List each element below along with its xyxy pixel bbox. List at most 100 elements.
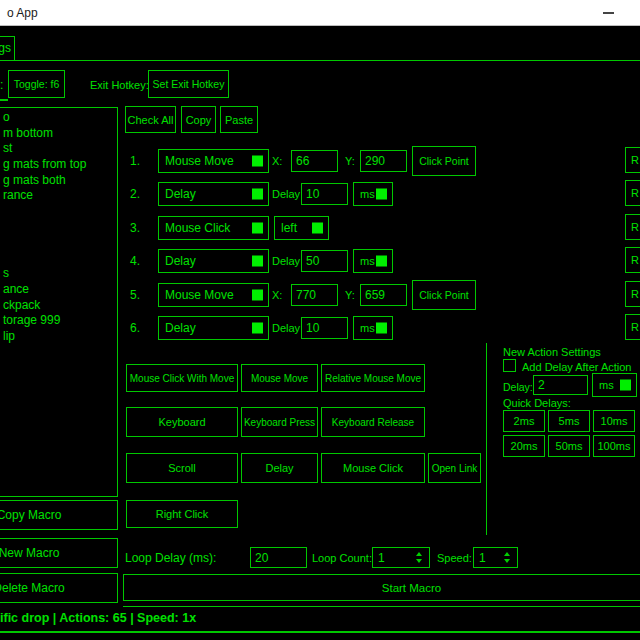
check-all-button[interactable]: Check All — [125, 106, 176, 133]
quick-delay-50ms-button[interactable]: 50ms — [548, 435, 590, 457]
remove-button[interactable]: R — [625, 314, 640, 340]
quick-delay-2ms-button[interactable]: 2ms — [503, 410, 545, 432]
list-item[interactable]: g mats both — [1, 173, 117, 189]
start-macro-label: Start Macro — [382, 582, 441, 594]
x-input[interactable]: 66 — [291, 150, 338, 172]
remove-button[interactable]: R — [625, 180, 640, 206]
quick-delay-20ms-button[interactable]: 20ms — [503, 435, 545, 457]
right-click-button[interactable]: Right Click — [126, 500, 238, 528]
delay-button[interactable]: Delay — [241, 453, 318, 483]
click-point-button[interactable]: Click Point — [412, 146, 476, 176]
delay-input[interactable]: 10 — [301, 317, 348, 339]
action-type-select[interactable]: Mouse Click — [158, 216, 269, 240]
mouse-move-button[interactable]: Mouse Move — [241, 364, 318, 392]
stepper-up-icon[interactable] — [504, 552, 510, 556]
unit-select[interactable]: ms — [353, 182, 393, 206]
list-item[interactable]: g mats from top — [1, 157, 117, 173]
unit-value: ms — [360, 322, 375, 334]
mouse-click-button[interactable]: Mouse Click — [321, 453, 425, 483]
keyboard-release-label: Keyboard Release — [332, 417, 414, 428]
row-number: 3. — [130, 221, 140, 235]
keyboard-press-label: Keyboard Press — [244, 417, 315, 428]
loop-delay-input[interactable]: 20 — [250, 547, 307, 568]
new-macro-button[interactable]: New Macro — [0, 538, 118, 568]
action-type-value: Delay — [165, 254, 196, 268]
keyboard-press-button[interactable]: Keyboard Press — [241, 407, 318, 437]
remove-button[interactable]: R — [625, 214, 640, 240]
paste-button[interactable]: Paste — [220, 106, 258, 133]
loop-count-stepper[interactable]: 1 — [372, 547, 430, 568]
quick-delay-5ms-button[interactable]: 5ms — [548, 410, 590, 432]
remove-button[interactable]: R — [625, 147, 640, 173]
list-item[interactable]: s — [1, 266, 117, 282]
toggle-hotkey-button[interactable]: Toggle: f6 — [8, 70, 65, 98]
delay-input[interactable]: 50 — [301, 250, 348, 272]
speed-value: 1 — [479, 551, 486, 565]
action-type-value: Delay — [165, 321, 196, 335]
list-item[interactable]: rance — [1, 188, 117, 204]
click-point-button[interactable]: Click Point — [412, 280, 476, 310]
list-item[interactable]: o — [1, 110, 117, 126]
set-exit-hotkey-button[interactable]: Set Exit Hotkey — [148, 70, 229, 98]
remove-button[interactable]: R — [625, 281, 640, 307]
new-action-unit-select[interactable]: ms — [592, 373, 637, 397]
row-number: 6. — [130, 321, 140, 335]
action-type-select[interactable]: Mouse Move — [158, 283, 269, 307]
copy-macro-button[interactable]: Copy Macro — [0, 500, 118, 530]
tab-settings[interactable]: gs — [0, 36, 15, 61]
list-item[interactable]: torage 999 — [1, 313, 117, 329]
quick-delay-10ms-button[interactable]: 10ms — [593, 410, 635, 432]
delay-label: Delay — [272, 188, 300, 200]
toggle-hotkey-button-label: Toggle: f6 — [14, 78, 60, 90]
stepper-down-icon[interactable] — [416, 559, 422, 563]
action-type-select[interactable]: Delay — [158, 316, 269, 340]
delay-input[interactable]: 10 — [301, 183, 348, 205]
open-link-button[interactable]: Open Link — [428, 453, 481, 483]
dropdown-icon — [376, 189, 387, 200]
x-value: 66 — [296, 154, 309, 168]
scroll-button[interactable]: Scroll — [126, 453, 238, 483]
mouse-click-with-move-button[interactable]: Mouse Click With Move — [126, 364, 238, 392]
remove-button[interactable]: R — [625, 247, 640, 273]
add-delay-checkbox[interactable] — [503, 359, 516, 372]
stepper-down-icon[interactable] — [504, 559, 510, 563]
speed-stepper[interactable]: 1 — [473, 547, 518, 568]
list-item[interactable] — [1, 235, 117, 251]
list-item[interactable]: m bottom — [1, 126, 117, 142]
delay-value: 10 — [306, 321, 319, 335]
quick-delay-100ms-button[interactable]: 100ms — [593, 435, 635, 457]
action-type-select[interactable]: Delay — [158, 249, 269, 273]
delete-macro-button[interactable]: Delete Macro — [0, 573, 118, 603]
action-type-select[interactable]: Delay — [158, 182, 269, 206]
start-macro-button[interactable]: Start Macro — [123, 574, 640, 601]
mouse-button-select[interactable]: left — [274, 216, 329, 240]
list-item[interactable] — [1, 219, 117, 235]
stepper-up-icon[interactable] — [416, 552, 422, 556]
list-item[interactable]: ance — [1, 282, 117, 298]
list-item[interactable]: lip — [1, 329, 117, 345]
unit-select[interactable]: ms — [353, 249, 393, 273]
keyboard-release-button[interactable]: Keyboard Release — [321, 407, 425, 437]
relative-mouse-move-button[interactable]: Relative Mouse Move — [321, 364, 425, 392]
minimize-button[interactable] — [603, 12, 614, 14]
cutoff-fragment — [0, 99, 8, 101]
copy-button[interactable]: Copy — [181, 106, 216, 133]
list-item[interactable]: ckpack — [1, 298, 117, 314]
list-item[interactable]: st — [1, 141, 117, 157]
remove-label: R — [631, 154, 639, 166]
action-type-value: Delay — [165, 187, 196, 201]
y-input[interactable]: 290 — [360, 150, 407, 172]
new-action-delay-input[interactable]: 2 — [533, 375, 588, 395]
list-item[interactable] — [1, 204, 117, 220]
toggle-hotkey-label: : — [0, 78, 3, 92]
exit-hotkey-label: Exit Hotkey: — [90, 79, 149, 91]
macro-list[interactable]: o m bottom st g mats from top g mats bot… — [0, 107, 118, 497]
action-type-select[interactable]: Mouse Move — [158, 149, 269, 173]
list-item[interactable] — [1, 251, 117, 267]
x-input[interactable]: 770 — [291, 284, 338, 306]
y-input[interactable]: 659 — [360, 284, 407, 306]
dropdown-icon — [376, 256, 387, 267]
keyboard-button[interactable]: Keyboard — [126, 407, 238, 437]
remove-label: R — [631, 187, 639, 199]
unit-select[interactable]: ms — [353, 316, 393, 340]
